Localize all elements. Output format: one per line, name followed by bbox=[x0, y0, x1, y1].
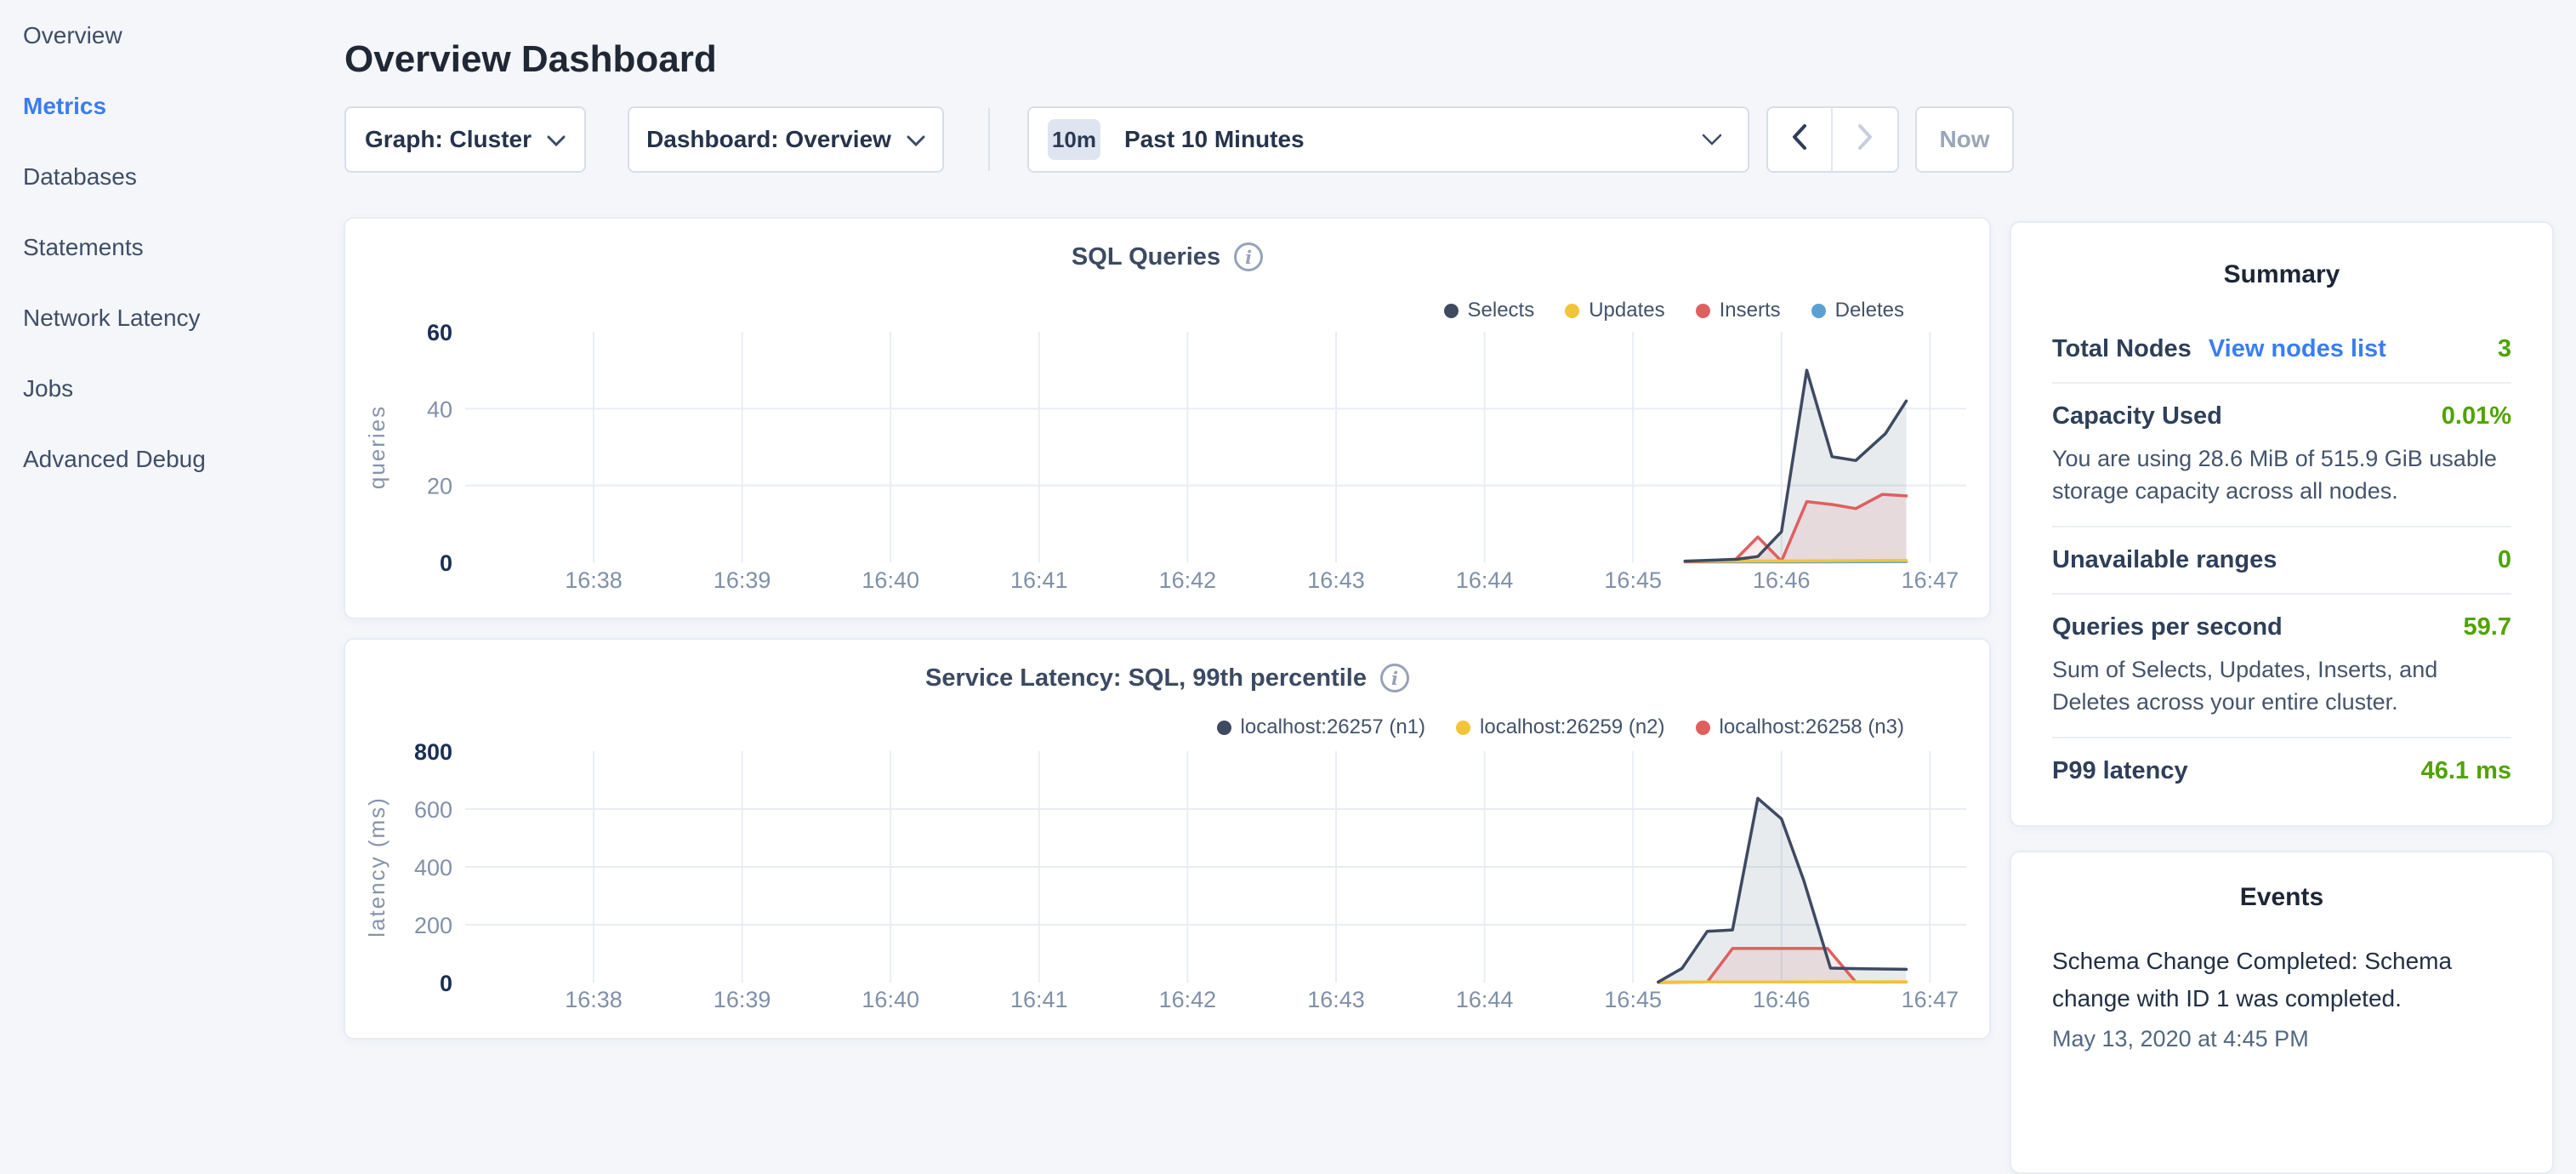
x-tick-label: 16:45 bbox=[1604, 987, 1662, 1012]
events-panel-title: Events bbox=[2052, 852, 2511, 932]
time-window-now-button[interactable]: Now bbox=[1915, 106, 2014, 173]
event-message[interactable]: Schema Change Completed: Schema change w… bbox=[2052, 943, 2511, 1017]
x-tick-label: 16:43 bbox=[1307, 567, 1365, 593]
y-axis-title: queries bbox=[364, 405, 390, 489]
x-tick-label: 16:39 bbox=[714, 987, 771, 1012]
sidebar-item-overview[interactable]: Overview bbox=[0, 0, 332, 71]
summary-metric-description: You are using 28.6 MiB of 515.9 GiB usab… bbox=[2052, 442, 2511, 507]
service-latency-plot[interactable]: 16:38 16:39 16:40 16:41 16:42 16:43 16:44 16:45… bbox=[345, 640, 1993, 1041]
x-tick-label: 16:38 bbox=[565, 987, 623, 1012]
page-title: Overview Dashboard bbox=[344, 38, 717, 81]
event-timestamp: May 13, 2020 at 4:45 PM bbox=[2052, 1026, 2511, 1052]
y-tick-label: 0 bbox=[440, 550, 452, 576]
sidebar-item-statements[interactable]: Statements bbox=[0, 212, 332, 282]
events-panel: Events Schema Change Completed: Schema c… bbox=[2010, 851, 2554, 1174]
x-tick-label: 16:45 bbox=[1604, 567, 1662, 593]
x-tick-label: 16:43 bbox=[1307, 987, 1365, 1012]
summary-panel-title: Summary bbox=[2052, 223, 2511, 316]
time-window-prev-button[interactable] bbox=[1766, 106, 1833, 173]
chevron-down-icon bbox=[907, 126, 925, 153]
x-tick-label: 16:44 bbox=[1456, 987, 1514, 1012]
summary-row: Queries per second 59.7 Sum of Selects, Up… bbox=[2052, 593, 2511, 737]
summary-metric-value: 59.7 bbox=[2464, 613, 2511, 641]
sql-queries-chart-card: SQL Queries i SelectsUpdatesInsertsDelet… bbox=[344, 217, 1991, 619]
view-nodes-list-link[interactable]: View nodes list bbox=[2209, 335, 2386, 363]
chevron-down-icon bbox=[1702, 108, 1722, 171]
summary-metric-value: 3 bbox=[2498, 335, 2511, 363]
summary-metric-label: P99 latency bbox=[2052, 757, 2188, 785]
y-tick-label: 800 bbox=[414, 739, 452, 765]
y-tick-label: 400 bbox=[414, 855, 452, 880]
summary-metric-label: Capacity Used bbox=[2052, 402, 2222, 430]
summary-row: Unavailable ranges 0 bbox=[2052, 526, 2511, 593]
time-window-next-button[interactable] bbox=[1831, 106, 1899, 173]
sidebar-item-jobs[interactable]: Jobs bbox=[0, 353, 332, 424]
summary-metric-label: Unavailable ranges bbox=[2052, 546, 2277, 574]
graph-source-dropdown-label: Graph: Cluster bbox=[365, 126, 532, 153]
chevron-down-icon bbox=[547, 126, 566, 153]
x-tick-label: 16:40 bbox=[862, 987, 919, 1012]
chevron-left-icon bbox=[1792, 124, 1807, 156]
time-range-label: Past 10 Minutes bbox=[1124, 126, 1305, 153]
x-tick-label: 16:42 bbox=[1159, 987, 1217, 1012]
summary-row: Total Nodes View nodes list 3 bbox=[2052, 316, 2511, 382]
y-tick-label: 40 bbox=[427, 396, 452, 422]
sidebar-item-metrics[interactable]: Metrics bbox=[0, 71, 332, 141]
y-tick-label: 60 bbox=[427, 320, 452, 345]
x-tick-label: 16:47 bbox=[1902, 567, 1959, 593]
y-axis-title: latency (ms) bbox=[364, 796, 390, 937]
graph-source-dropdown[interactable]: Graph: Cluster bbox=[344, 106, 586, 173]
x-tick-label: 16:38 bbox=[565, 567, 623, 593]
summary-row: P99 latency 46.1 ms bbox=[2052, 737, 2511, 804]
summary-metric-label: Queries per second bbox=[2052, 613, 2283, 641]
chevron-right-icon bbox=[1857, 124, 1873, 156]
summary-metric-value: 0 bbox=[2498, 546, 2511, 574]
x-tick-label: 16:41 bbox=[1010, 987, 1068, 1012]
summary-metric-label: Total Nodes bbox=[2052, 335, 2192, 363]
dashboard-dropdown-label: Dashboard: Overview bbox=[646, 126, 891, 153]
summary-row: Capacity Used 0.01% You are using 28.6 MiB… bbox=[2052, 382, 2511, 526]
summary-metric-description: Sum of Selects, Updates, Inserts, and De… bbox=[2052, 653, 2511, 718]
summary-panel: Summary Total Nodes View nodes list 3 Capac… bbox=[2010, 221, 2554, 827]
time-range-dropdown[interactable]: 10m Past 10 Minutes bbox=[1027, 106, 1749, 173]
summary-metric-value: 0.01% bbox=[2442, 402, 2511, 430]
x-tick-label: 16:40 bbox=[862, 567, 919, 593]
time-range-badge: 10m bbox=[1048, 119, 1100, 160]
dashboard-dropdown[interactable]: Dashboard: Overview bbox=[628, 106, 944, 173]
x-tick-label: 16:42 bbox=[1159, 567, 1217, 593]
y-tick-label: 20 bbox=[427, 474, 452, 499]
y-tick-label: 0 bbox=[440, 971, 452, 996]
sidebar-item-network-latency[interactable]: Network Latency bbox=[0, 282, 332, 353]
x-tick-label: 16:39 bbox=[714, 567, 771, 593]
x-tick-label: 16:46 bbox=[1753, 567, 1811, 593]
summary-metric-value: 46.1 ms bbox=[2421, 757, 2511, 785]
toolbar-divider bbox=[988, 108, 990, 171]
service-latency-chart-card: Service Latency: SQL, 99th percentile i … bbox=[344, 638, 1991, 1040]
sidebar-item-advanced-debug[interactable]: Advanced Debug bbox=[0, 424, 332, 494]
x-tick-label: 16:41 bbox=[1010, 567, 1068, 593]
x-tick-label: 16:47 bbox=[1902, 987, 1959, 1012]
y-tick-label: 600 bbox=[414, 797, 452, 823]
sql-queries-plot[interactable]: 16:38 16:39 16:40 16:41 16:42 16:43 16:44 16:45… bbox=[345, 219, 1993, 621]
x-tick-label: 16:44 bbox=[1456, 567, 1514, 593]
x-tick-label: 16:46 bbox=[1753, 987, 1811, 1012]
sidebar-nav: OverviewMetricsDatabasesStatementsNetwor… bbox=[0, 0, 332, 494]
sidebar-item-databases[interactable]: Databases bbox=[0, 141, 332, 212]
y-tick-label: 200 bbox=[414, 913, 452, 938]
